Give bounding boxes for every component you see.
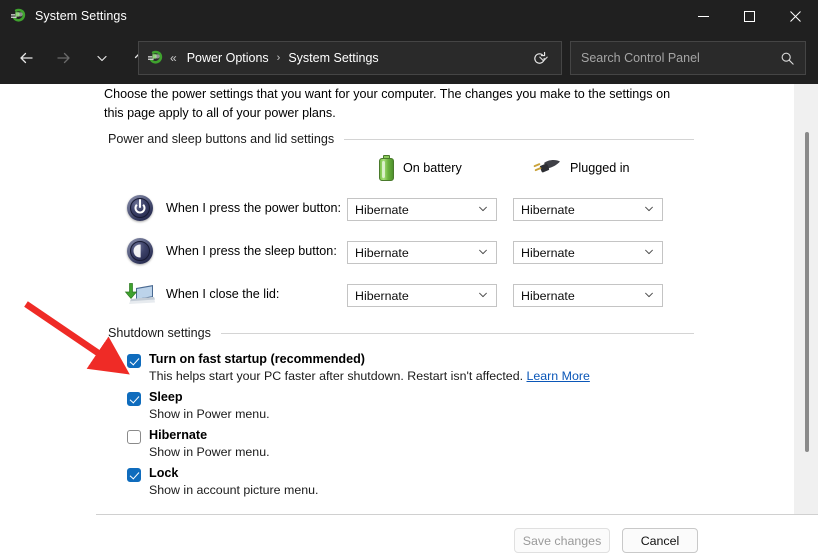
content-panel: Choose the power settings that you want … xyxy=(0,84,818,557)
fast-startup-label: Turn on fast startup (recommended) xyxy=(149,352,365,366)
combo-sleep-button-plugged-in[interactable]: Hibernate xyxy=(513,241,663,264)
power-plug-icon xyxy=(532,158,562,178)
breadcrumb-power-options[interactable]: Power Options xyxy=(184,49,272,67)
section-title: Power and sleep buttons and lid settings xyxy=(108,132,334,146)
column-header-on-battery: On battery xyxy=(379,155,462,181)
address-bar[interactable]: « Power Options › System Settings xyxy=(138,41,562,75)
back-button[interactable] xyxy=(10,42,42,74)
combo-power-button-plugged-in[interactable]: Hibernate xyxy=(513,198,663,221)
section-divider xyxy=(344,139,694,140)
combo-value: Hibernate xyxy=(355,289,409,303)
section-header-shutdown-settings: Shutdown settings xyxy=(108,326,694,340)
section-header-power-and-sleep: Power and sleep buttons and lid settings xyxy=(108,132,694,146)
chevron-down-icon xyxy=(643,202,655,217)
sleep-label: Sleep xyxy=(149,390,183,404)
battery-icon xyxy=(379,155,394,181)
sleep-button-icon xyxy=(127,238,153,264)
recent-locations-button[interactable] xyxy=(86,42,118,74)
address-overflow-icon[interactable]: « xyxy=(170,51,177,65)
combo-value: Hibernate xyxy=(355,246,409,260)
footer-divider xyxy=(96,514,818,515)
chevron-down-icon xyxy=(643,245,655,260)
combo-sleep-button-on-battery[interactable]: Hibernate xyxy=(347,241,497,264)
chevron-down-icon xyxy=(477,202,489,217)
column-label-plugged-in: Plugged in xyxy=(570,161,630,175)
fast-startup-description: This helps start your PC faster after sh… xyxy=(149,369,590,383)
cancel-button[interactable]: Cancel xyxy=(622,528,698,553)
shutdown-option-fast-startup[interactable]: Turn on fast startup (recommended) This … xyxy=(127,352,597,386)
sleep-checkbox[interactable] xyxy=(127,392,141,406)
forward-button[interactable] xyxy=(48,42,80,74)
sleep-description: Show in Power menu. xyxy=(149,407,270,421)
chevron-down-icon xyxy=(477,245,489,260)
combo-value: Hibernate xyxy=(521,246,575,260)
fast-startup-checkbox[interactable] xyxy=(127,354,141,368)
lock-description: Show in account picture menu. xyxy=(149,483,318,497)
column-header-plugged-in: Plugged in xyxy=(532,158,630,178)
hibernate-label: Hibernate xyxy=(149,428,207,442)
row-label-power-button: When I press the power button: xyxy=(166,201,341,215)
combo-value: Hibernate xyxy=(355,203,409,217)
lock-checkbox[interactable] xyxy=(127,468,141,482)
row-label-sleep-button: When I press the sleep button: xyxy=(166,244,337,258)
power-options-icon xyxy=(10,8,26,24)
window-title: System Settings xyxy=(35,9,127,23)
description-text: This helps start your PC faster after sh… xyxy=(149,369,523,383)
lock-label: Lock xyxy=(149,466,178,480)
shutdown-option-sleep[interactable]: Sleep Show in Power menu. xyxy=(127,390,427,424)
hibernate-checkbox[interactable] xyxy=(127,430,141,444)
breadcrumb-separator-icon: › xyxy=(277,52,281,64)
combo-power-button-on-battery[interactable]: Hibernate xyxy=(347,198,497,221)
laptop-lid-icon xyxy=(124,282,154,306)
combo-close-lid-plugged-in[interactable]: Hibernate xyxy=(513,284,663,307)
breadcrumb-system-settings[interactable]: System Settings xyxy=(285,49,381,67)
maximize-button[interactable] xyxy=(726,0,772,32)
chevron-down-icon xyxy=(643,288,655,303)
minimize-button[interactable] xyxy=(680,0,726,32)
learn-more-link[interactable]: Learn More xyxy=(526,369,589,383)
hibernate-description: Show in Power menu. xyxy=(149,445,270,459)
vertical-scrollbar-thumb[interactable] xyxy=(805,132,809,452)
save-changes-button[interactable]: Save changes xyxy=(514,528,610,553)
section-divider xyxy=(221,333,694,334)
shutdown-option-lock[interactable]: Lock Show in account picture menu. xyxy=(127,466,427,500)
combo-value: Hibernate xyxy=(521,203,575,217)
search-icon[interactable] xyxy=(773,44,801,72)
combo-value: Hibernate xyxy=(521,289,575,303)
power-button-icon xyxy=(127,195,153,221)
close-button[interactable] xyxy=(772,0,818,32)
search-input[interactable] xyxy=(571,50,773,66)
address-power-options-icon xyxy=(147,50,163,66)
system-settings-window: System Settings xyxy=(0,0,818,557)
search-box[interactable] xyxy=(570,41,806,75)
title-bar: System Settings xyxy=(0,0,818,32)
combo-close-lid-on-battery[interactable]: Hibernate xyxy=(347,284,497,307)
chevron-down-icon xyxy=(477,288,489,303)
refresh-icon[interactable] xyxy=(525,44,553,72)
column-label-on-battery: On battery xyxy=(403,161,462,175)
section-title: Shutdown settings xyxy=(108,326,211,340)
window-controls xyxy=(680,0,818,32)
shutdown-option-hibernate[interactable]: Hibernate Show in Power menu. xyxy=(127,428,427,462)
intro-text: Choose the power settings that you want … xyxy=(104,85,690,122)
row-label-close-lid: When I close the lid: xyxy=(166,287,279,301)
